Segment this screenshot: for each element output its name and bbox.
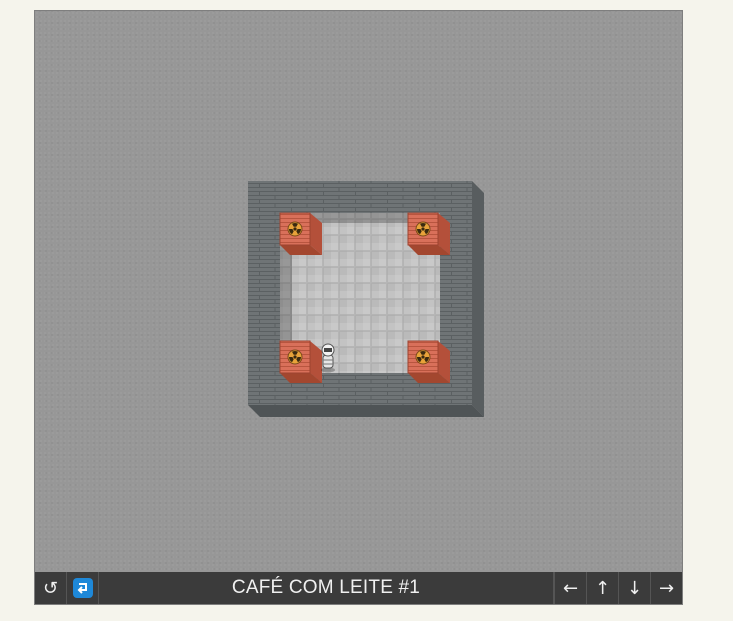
wall-tile (248, 341, 280, 373)
floor-tile (312, 309, 344, 341)
wall-tile (248, 245, 280, 277)
undo-icon: ↺ (42, 577, 59, 599)
wall-tile (248, 181, 280, 213)
radiation-icon-center (421, 355, 425, 359)
wall-tile (248, 213, 280, 245)
sokoban-board (248, 181, 484, 417)
wall-tile (312, 181, 344, 213)
move-down-button[interactable]: ↓ (618, 572, 650, 604)
redo-button[interactable] (67, 572, 99, 604)
floor-tile (312, 277, 344, 309)
radiation-icon-center (293, 227, 297, 231)
floor-tile (344, 245, 376, 277)
redo-icon (72, 578, 93, 598)
wall-tile (440, 181, 472, 213)
playfield (35, 11, 682, 572)
wall-side-right (472, 181, 484, 417)
arrow-left-icon: ← (562, 577, 579, 599)
arrow-right-icon: → (658, 577, 675, 599)
floor-tile (376, 341, 408, 373)
wall-tile (280, 181, 312, 213)
floor-tile (376, 277, 408, 309)
move-left-button[interactable]: ← (554, 572, 586, 604)
player-body (322, 354, 334, 369)
floor-tile (344, 341, 376, 373)
arrow-down-icon: ↓ (626, 577, 643, 599)
level-title: CAFÉ COM LEITE #1 (99, 572, 554, 604)
game-window: ↺ CAFÉ COM LEITE #1 ← ↑ ↓ → (34, 10, 683, 605)
wall-tile (408, 181, 440, 213)
undo-button[interactable]: ↺ (35, 572, 67, 604)
wall-tile (440, 309, 472, 341)
floor-tile (344, 277, 376, 309)
move-right-button[interactable]: → (650, 572, 682, 604)
wall-tile (248, 309, 280, 341)
wall-tile (376, 181, 408, 213)
wall-tile (376, 373, 408, 405)
move-up-button[interactable]: ↑ (586, 572, 618, 604)
wall-tile (440, 277, 472, 309)
floor-tile (408, 309, 440, 341)
player-visor (324, 348, 332, 352)
radiation-icon-center (421, 227, 425, 231)
arrow-up-icon: ↑ (594, 577, 611, 599)
wall-side-bottom (248, 405, 484, 417)
wall-tile (344, 181, 376, 213)
wall-tile (248, 277, 280, 309)
wall-tile (248, 373, 280, 405)
floor-tile (344, 309, 376, 341)
floor-tile (376, 245, 408, 277)
toolbar: ↺ CAFÉ COM LEITE #1 ← ↑ ↓ → (35, 572, 682, 604)
floor-tile (408, 277, 440, 309)
floor-tile (376, 309, 408, 341)
radiation-icon-center (293, 355, 297, 359)
wall-tile (344, 373, 376, 405)
